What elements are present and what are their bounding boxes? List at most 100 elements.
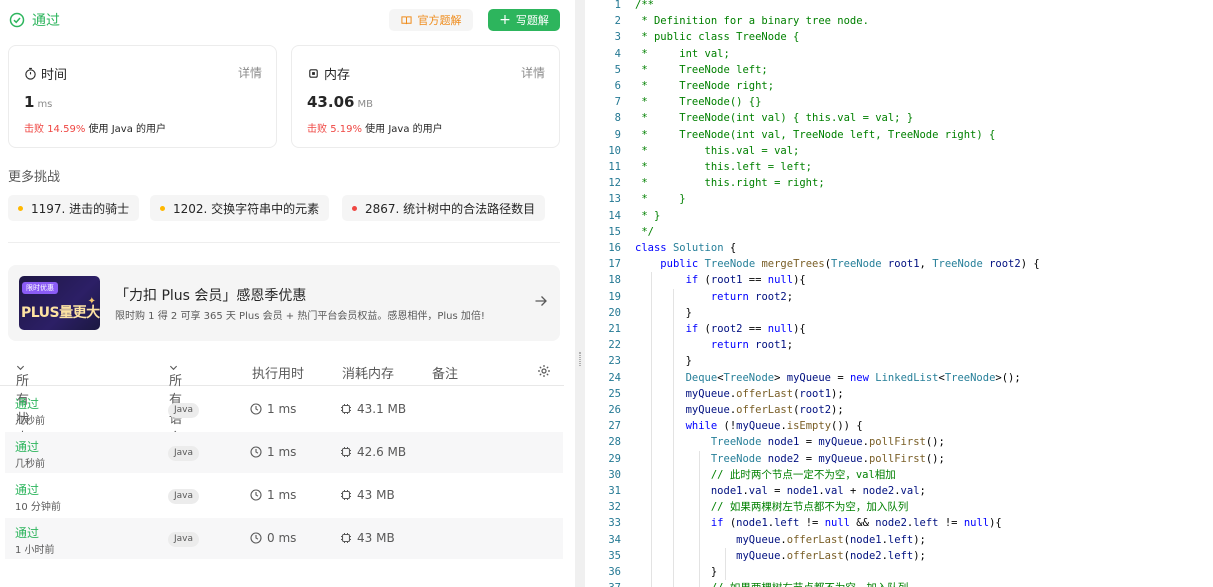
status-text: 通过 <box>32 13 60 29</box>
submission-status-link[interactable]: 通过 <box>15 438 39 455</box>
code-text: * this.right = right; <box>635 177 825 190</box>
medium-difficulty-dot-icon <box>160 205 165 211</box>
runtime-column-header[interactable]: 执行用时 <box>252 363 304 382</box>
challenge-chip-1202[interactable]: 1202. 交换字符串中的元素 <box>150 195 330 221</box>
code-line[interactable]: 28 TreeNode node1 = myQueue.pollFirst(); <box>585 434 1213 450</box>
code-line[interactable]: 26 myQueue.offerLast(root2); <box>585 402 1213 418</box>
line-number: 13 <box>608 193 621 206</box>
line-number: 1 <box>614 0 621 11</box>
code-line[interactable]: 14 * } <box>585 208 1213 224</box>
panel-resize-handle[interactable] <box>575 0 585 587</box>
language-badge: Java <box>168 489 200 504</box>
code-line[interactable]: 34 myQueue.offerLast(node1.left); <box>585 532 1213 548</box>
line-number: 36 <box>608 566 621 578</box>
code-line[interactable]: 11 * this.left = left; <box>585 159 1213 175</box>
code-line[interactable]: 6 * TreeNode right; <box>585 78 1213 94</box>
code-line[interactable]: 19 return root2; <box>585 289 1213 305</box>
language-badge: Java <box>168 532 200 547</box>
challenge-chip-2867[interactable]: 2867. 统计树中的合法路径数目 <box>342 195 546 221</box>
promo-tag: 限时优惠 <box>22 282 58 294</box>
code-text: * } <box>635 209 661 222</box>
code-line[interactable]: 37 // 如果两棵树右节点都不为空，加入队列 <box>585 580 1213 587</box>
code-line[interactable]: 33 if (node1.left != null && node2.left … <box>585 515 1213 531</box>
memory-detail-link[interactable]: 详情 <box>521 64 545 81</box>
code-line[interactable]: 7 * TreeNode() {} <box>585 94 1213 110</box>
submission-row[interactable]: 通过 1 小时前 Java 0 ms 43 MB <box>5 518 563 559</box>
runtime-detail-link[interactable]: 详情 <box>238 64 262 81</box>
write-solution-button[interactable]: + 写题解 <box>488 9 560 31</box>
status-filter-dropdown[interactable]: 所有状态 <box>16 363 29 446</box>
promo-title: 「力扣 Plus 会员」感恩季优惠 <box>115 288 307 304</box>
language-filter-dropdown[interactable]: 所有语言 <box>169 363 182 446</box>
memory-card[interactable]: 内存 详情 43.06 MB 击败 5.19% 使用 Java 的用户 <box>291 45 560 148</box>
code-line[interactable]: 24 Deque<TreeNode> myQueue = new LinkedL… <box>585 370 1213 386</box>
stopwatch-icon <box>25 67 36 80</box>
code-line[interactable]: 16 class Solution { <box>585 240 1213 256</box>
code-line[interactable]: 15 */ <box>585 224 1213 240</box>
code-text: return root1; <box>710 339 794 352</box>
code-line[interactable]: 10 * this.val = val; <box>585 143 1213 159</box>
challenge-chip-1197[interactable]: 1197. 进击的骑士 <box>8 195 140 221</box>
code-line[interactable]: 23 } <box>585 353 1213 369</box>
code-line[interactable]: 13 * } <box>585 191 1213 207</box>
code-text: } <box>635 566 718 578</box>
line-number: 7 <box>614 96 621 109</box>
submission-row[interactable]: 通过 几秒前 Java 1 ms 42.6 MB <box>5 432 563 473</box>
code-line[interactable]: 32 // 如果两棵树左节点都不为空，加入队列 <box>585 499 1213 515</box>
code-line[interactable]: 5 * TreeNode left; <box>585 62 1213 78</box>
line-number: 19 <box>608 290 621 303</box>
challenge-label: 2867. 统计树中的合法路径数目 <box>365 201 536 216</box>
code-line[interactable]: 20 } <box>585 305 1213 321</box>
code-line[interactable]: 2 * Definition for a binary tree node. <box>585 13 1213 29</box>
code-text: * } <box>635 193 686 206</box>
plus-icon: + <box>499 12 511 28</box>
code-text: public TreeNode mergeTrees(TreeNode root… <box>660 258 1040 271</box>
code-line[interactable]: 12 * this.right = right; <box>585 175 1213 191</box>
line-number: 37 <box>585 580 621 587</box>
submission-row[interactable]: 通过 几秒前 Java 1 ms 43.1 MB <box>5 389 563 430</box>
submission-time: 几秒前 <box>15 459 45 470</box>
check-circle-icon <box>9 12 25 28</box>
code-line[interactable]: 25 myQueue.offerLast(root1); <box>585 386 1213 402</box>
code-line[interactable]: 17 public TreeNode mergeTrees(TreeNode r… <box>585 256 1213 272</box>
write-solution-label: 写题解 <box>515 14 549 27</box>
code-line[interactable]: 36 } <box>585 564 1213 580</box>
submission-status-link[interactable]: 通过 <box>15 395 39 412</box>
submission-status-link[interactable]: 通过 <box>15 524 39 541</box>
line-number: 17 <box>608 258 621 271</box>
code-line[interactable]: 27 while (!myQueue.isEmpty()) { <box>585 418 1213 434</box>
gear-icon[interactable] <box>537 364 551 378</box>
official-solution-button[interactable]: 官方题解 <box>389 9 473 31</box>
code-line[interactable]: 9 * TreeNode(int val, TreeNode left, Tre… <box>585 127 1213 143</box>
code-line[interactable]: 8 * TreeNode(int val) { this.val = val; … <box>585 110 1213 126</box>
code-line[interactable]: 29 TreeNode node2 = myQueue.pollFirst(); <box>585 451 1213 467</box>
code-text: * Definition for a binary tree node. <box>635 15 869 28</box>
arrow-right-icon[interactable] <box>534 294 548 308</box>
submission-status-link[interactable]: 通过 <box>15 481 39 498</box>
line-number: 22 <box>608 339 621 352</box>
code-line[interactable]: 3 * public class TreeNode { <box>585 29 1213 45</box>
code-text: node1.val = node1.val + node2.val; <box>710 485 926 497</box>
drag-grip-icon <box>579 352 581 366</box>
code-line[interactable]: 30 // 此时两个节点一定不为空，val相加 <box>585 467 1213 483</box>
submission-row[interactable]: 通过 10 分钟前 Java 1 ms 43 MB <box>5 475 563 516</box>
notes-column-header: 备注 <box>432 367 459 382</box>
medium-difficulty-dot-icon <box>18 205 23 211</box>
challenge-label: 1197. 进击的骑士 <box>31 201 130 216</box>
memory-column-header[interactable]: 消耗内存 <box>342 363 394 382</box>
code-line[interactable]: 22 return root1; <box>585 337 1213 353</box>
code-line[interactable]: 4 * int val; <box>585 46 1213 62</box>
submission-time: 10 分钟前 <box>15 502 61 513</box>
code-text: TreeNode node2 = myQueue.pollFirst(); <box>710 452 945 465</box>
line-number: 8 <box>614 112 621 125</box>
code-line[interactable]: 35 myQueue.offerLast(node2.left); <box>585 548 1213 564</box>
plus-promo-banner[interactable]: 限时优惠 PLUS量更大 ✦ 「力扣 Plus 会员」感恩季优惠 限时购 1 得… <box>8 265 560 341</box>
code-line[interactable]: 18 if (root1 == null){ <box>585 272 1213 288</box>
runtime-cell: 0 ms <box>250 531 296 545</box>
code-line[interactable]: 31 node1.val = node1.val + node2.val; <box>585 483 1213 499</box>
code-line[interactable]: 1 /** <box>585 0 1213 13</box>
code-editor[interactable]: 1 /** 2 * Definition for a binary tree nod… <box>585 0 1213 587</box>
line-number: 21 <box>608 323 621 335</box>
runtime-card[interactable]: 时间 详情 1 ms 击败 14.59% 使用 Java 的用户 <box>8 45 277 148</box>
code-line[interactable]: 21 if (root2 == null){ <box>585 321 1213 337</box>
